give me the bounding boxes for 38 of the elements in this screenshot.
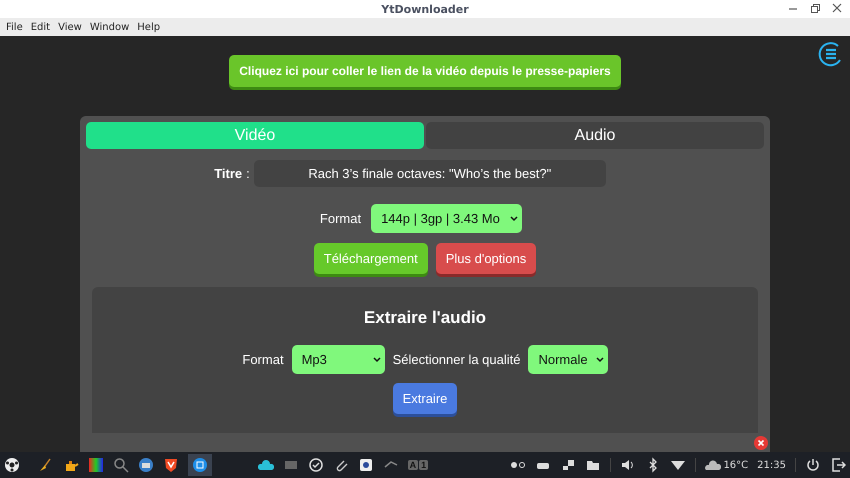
extract-button[interactable]: Extraire	[392, 383, 458, 414]
menu-item[interactable]: Window	[86, 22, 134, 32]
window-title: YtDownloader	[381, 2, 469, 16]
format-label: Format	[242, 352, 284, 367]
colon-label: :	[246, 166, 250, 181]
menu-item[interactable]: Edit	[26, 22, 54, 32]
search-icon[interactable]	[113, 457, 129, 473]
title-label: Titre	[214, 166, 242, 181]
format-dropdown[interactable]: 144p | 3gp | 3.43 Mo	[371, 204, 522, 233]
close-icon[interactable]	[832, 2, 842, 14]
menu-item[interactable]: Help	[133, 22, 164, 32]
app-icon[interactable]	[192, 457, 208, 473]
caret-icon	[372, 356, 381, 362]
menu-item[interactable]: View	[54, 22, 86, 32]
format-label: Format	[320, 211, 362, 226]
caret-icon	[510, 216, 518, 222]
quality-label: Sélectionner la qualité	[392, 352, 520, 367]
cloud-icon[interactable]	[258, 457, 274, 473]
section-heading: Extraire l'audio	[364, 308, 486, 328]
power-icon[interactable]	[804, 457, 821, 473]
quality-dropdown[interactable]: Normale	[528, 345, 608, 374]
clock-text[interactable]: 21:35	[757, 460, 786, 470]
restore-icon[interactable]	[810, 2, 820, 14]
color-palette-icon[interactable]	[88, 457, 104, 473]
windows-icon[interactable]	[560, 457, 576, 473]
ball-icon[interactable]	[4, 457, 20, 473]
shield-icon[interactable]	[163, 457, 179, 473]
more-options-button[interactable]: Plus d'options	[436, 243, 536, 274]
title-field[interactable]: Rach 3’s finale octaves: "Who’s the best?"	[254, 160, 606, 187]
logout-icon[interactable]	[830, 457, 846, 473]
temperature-text[interactable]: 16°C	[723, 460, 748, 470]
check-icon[interactable]	[308, 457, 324, 473]
cube-icon[interactable]	[358, 457, 374, 473]
tab[interactable]: Audio	[426, 122, 764, 149]
menu-item[interactable]: File	[2, 22, 27, 32]
audio-format-dropdown[interactable]: Mp3	[292, 345, 385, 374]
caret-icon	[596, 356, 604, 362]
close-icon[interactable]	[754, 436, 768, 450]
